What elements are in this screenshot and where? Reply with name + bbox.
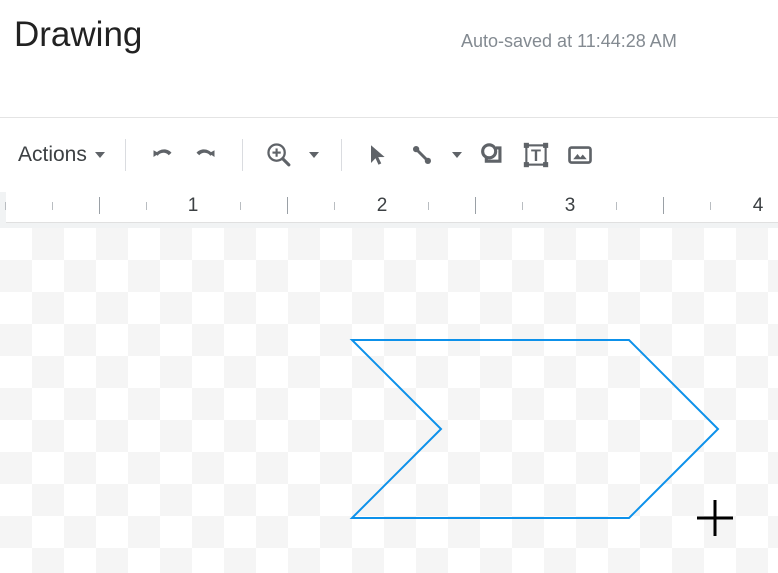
- toolbar-divider: [241, 139, 243, 171]
- toolbar-divider: [340, 139, 342, 171]
- page-title[interactable]: Drawing: [14, 14, 142, 56]
- ruler-label: 2: [376, 195, 388, 216]
- toolbar: Actions T: [0, 118, 778, 192]
- ruler-minor-tick: [334, 202, 335, 210]
- image-icon[interactable]: [558, 133, 602, 177]
- app-header: Drawing Auto-saved at 11:44:28 AM: [0, 0, 778, 118]
- ruler-strip: 1 2 3 4: [5, 192, 778, 223]
- ruler-minor-tick: [240, 202, 241, 210]
- cursor-arrow-icon[interactable]: [356, 133, 400, 177]
- undo-button[interactable]: [140, 133, 184, 177]
- canvas-shapes: [349, 339, 720, 519]
- ruler-label: 1: [187, 195, 199, 216]
- shape-icon[interactable]: [470, 133, 514, 177]
- ruler-minor-tick: [710, 202, 711, 210]
- text-box-icon[interactable]: T: [514, 133, 558, 177]
- chevron-arrow-shape[interactable]: [349, 339, 720, 519]
- zoom-in-icon[interactable]: [257, 133, 301, 177]
- svg-text:T: T: [531, 147, 541, 165]
- ruler-minor-tick: [5, 202, 6, 210]
- line-options-button[interactable]: [444, 133, 470, 177]
- autosave-status: Auto-saved at 11:44:28 AM: [461, 31, 677, 51]
- toolbar-divider: [124, 139, 126, 171]
- horizontal-ruler[interactable]: 1 2 3 4: [0, 192, 778, 228]
- chevron-down-icon: [308, 152, 319, 158]
- ruler-label: 3: [564, 195, 576, 216]
- ruler-minor-tick: [146, 202, 147, 210]
- ruler-major-tick: [475, 197, 476, 214]
- zoom-options-button[interactable]: [301, 133, 327, 177]
- ruler-minor-tick: [428, 202, 429, 210]
- chevron-down-icon: [94, 152, 105, 158]
- ruler-minor-tick: [52, 202, 53, 210]
- ruler-label: 4: [752, 195, 764, 216]
- actions-menu[interactable]: Actions: [14, 132, 111, 178]
- redo-button[interactable]: [184, 133, 228, 177]
- ruler-minor-tick: [616, 202, 617, 210]
- drawing-canvas[interactable]: [0, 228, 778, 573]
- ruler-major-tick: [287, 197, 288, 214]
- line-icon[interactable]: [400, 133, 444, 177]
- ruler-major-tick: [663, 197, 664, 214]
- actions-menu-label: Actions: [18, 143, 87, 166]
- ruler-major-tick: [99, 197, 100, 214]
- chevron-down-icon: [451, 152, 462, 158]
- ruler-minor-tick: [522, 202, 523, 210]
